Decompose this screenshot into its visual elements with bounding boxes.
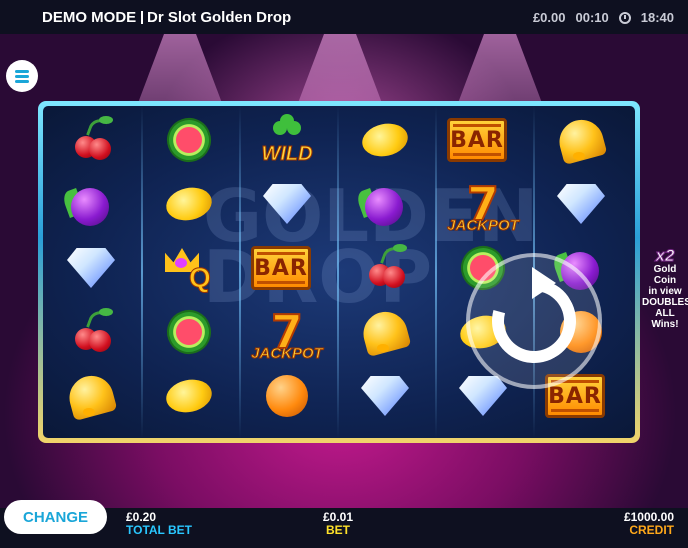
total-bet: £0.20 TOTAL BET	[126, 511, 192, 537]
symbol-part	[393, 244, 407, 252]
symbol-part	[573, 152, 585, 160]
jackpot-symbol: 7 JACKPOT	[247, 304, 327, 363]
promo-line: in view	[648, 286, 682, 297]
watermelon-icon	[159, 111, 219, 169]
jackpot-label: JACKPOT	[447, 217, 520, 235]
jackpot-symbol: 7 JACKPOT	[443, 176, 523, 235]
orange-icon	[257, 368, 317, 424]
symbol-part	[280, 114, 294, 128]
reel-divider	[141, 106, 143, 438]
total-bet-label: TOTAL BET	[126, 523, 192, 537]
bell-icon	[551, 112, 611, 168]
wild-label: WILD	[261, 143, 313, 166]
symbol-part	[89, 330, 111, 352]
menu-button[interactable]	[6, 60, 38, 92]
bell-icon	[355, 304, 415, 360]
watermelon-icon	[159, 303, 219, 361]
symbol-part	[263, 184, 311, 224]
cherry-icon	[61, 112, 121, 168]
symbol-part	[361, 376, 409, 416]
diamond-icon	[355, 368, 415, 424]
bet-label: BET	[326, 523, 351, 537]
symbol-part	[163, 375, 215, 417]
symbol-part	[557, 184, 605, 224]
crown-icon: Q	[159, 240, 219, 296]
demo-mode-label: DEMO MODE	[42, 9, 137, 26]
symbol-part	[273, 114, 301, 142]
cherry-icon	[355, 240, 415, 296]
reel-divider	[239, 106, 241, 438]
bar-symbol: BAR	[447, 112, 507, 168]
reel-divider	[435, 106, 437, 438]
symbol-part	[160, 303, 218, 361]
status-area: £0.00 00:10 18:40	[533, 10, 674, 25]
symbol-part	[71, 188, 109, 226]
symbol-part	[83, 408, 95, 416]
divider	[141, 11, 143, 24]
change-bet-button[interactable]: CHANGE	[4, 500, 107, 534]
clock-icon	[618, 11, 631, 24]
symbol-part	[365, 188, 403, 226]
credit-label: CREDIT	[629, 523, 674, 537]
bet: £0.01 BET	[323, 511, 353, 537]
symbol-part	[163, 183, 215, 225]
crown-letter: Q	[189, 262, 212, 294]
balance-readout: £0.00	[532, 10, 566, 25]
top-bar: DEMO MODE Dr Slot Golden Drop £0.00 00:1…	[0, 0, 688, 34]
plum-icon	[61, 176, 121, 232]
promo-line: ALL Wins!	[651, 308, 679, 330]
symbol-part	[383, 266, 405, 288]
wild-symbol: WILD	[257, 112, 317, 168]
promo-line: Gold Coin	[653, 264, 677, 286]
credit: £1000.00 CREDIT	[624, 511, 674, 537]
bar-label: BAR	[450, 127, 504, 153]
bar-label: BAR	[548, 383, 602, 409]
symbol-part	[266, 375, 308, 417]
lemon-icon	[159, 176, 219, 232]
bar-label: BAR	[254, 255, 308, 281]
plum-icon	[355, 176, 415, 232]
diamond-icon	[61, 240, 121, 296]
jackpot-label: JACKPOT	[251, 345, 324, 363]
symbol-part	[377, 344, 389, 352]
hamburger-icon	[15, 80, 29, 83]
lemon-icon	[159, 368, 219, 424]
symbol-part: BAR	[447, 118, 507, 162]
symbol-part	[175, 258, 187, 268]
session-timer: 00:10	[575, 10, 609, 25]
symbol-part	[99, 308, 113, 316]
symbol-part	[99, 116, 113, 124]
diamond-icon	[551, 176, 611, 232]
bar-symbol: BAR	[251, 240, 311, 296]
symbol-part: BAR	[251, 246, 311, 290]
diamond-icon	[257, 176, 317, 232]
bottom-bar: CHANGE £0.20 TOTAL BET £0.01 BET £1000.0…	[0, 500, 688, 548]
lemon-icon	[355, 112, 415, 168]
spin-button[interactable]	[466, 253, 602, 389]
promo-text: x2 Gold Coin in view DOUBLES ALL Wins!	[642, 246, 688, 331]
bell-icon	[61, 368, 121, 424]
game-title: Dr Slot Golden Drop	[147, 9, 292, 26]
cherry-icon	[61, 304, 121, 360]
reel-divider	[337, 106, 339, 438]
arrow-icon	[532, 267, 556, 299]
symbol-part	[89, 138, 111, 160]
clock-time: 18:40	[640, 10, 674, 25]
symbol-part	[459, 376, 507, 416]
symbol-part	[359, 119, 411, 161]
hamburger-icon	[15, 70, 29, 73]
promo-line: DOUBLES	[642, 297, 688, 308]
symbol-part	[160, 111, 218, 169]
symbol-part	[67, 248, 115, 288]
hamburger-icon	[15, 75, 29, 78]
multiplier-badge: x2	[655, 246, 675, 265]
